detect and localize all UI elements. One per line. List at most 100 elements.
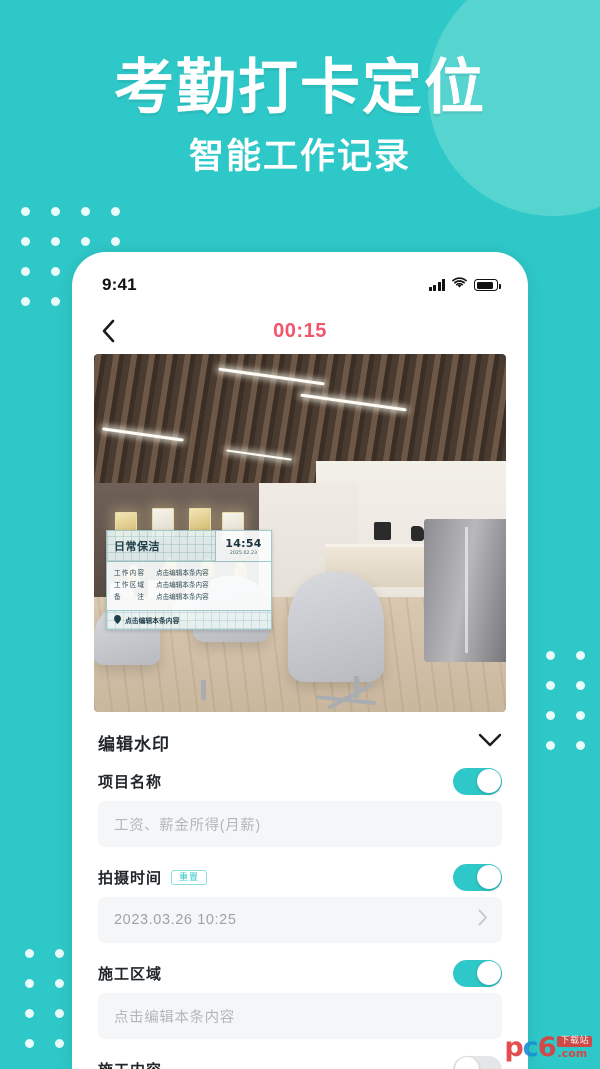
field-label: 施工内容: [98, 1059, 162, 1069]
watermark-timebox: 14:54 2025.02.23: [215, 531, 271, 561]
lounge-chair: [287, 572, 384, 683]
decorative-dot: [535, 730, 565, 760]
nav-bar: 00:15: [72, 308, 528, 354]
watermark-row-label: 备 注: [114, 593, 146, 602]
decorative-dot: [535, 640, 565, 670]
field-label-wrap: 拍摄时间 重置: [98, 867, 208, 888]
field-input-value: 点击编辑本条内容: [114, 1009, 235, 1026]
chevron-down-icon: [478, 733, 502, 747]
status-bar-icons: [428, 276, 501, 294]
decorative-dot: [535, 700, 565, 730]
decorative-dot: [535, 670, 565, 700]
field-input-project-name[interactable]: 工资、薪金所得(月薪): [98, 801, 502, 847]
reset-badge[interactable]: 重置: [171, 869, 208, 885]
decorative-dot: [10, 226, 40, 256]
watermark-time: 14:54: [225, 536, 262, 550]
watermark-header: 日常保洁 14:54 2025.02.23: [107, 531, 271, 562]
recording-timer: 00:15: [273, 319, 327, 342]
decorative-dot: [40, 256, 70, 286]
refrigerator: [423, 518, 506, 662]
watermark-row-label: 工作内容: [114, 569, 146, 577]
field-toggle-work-area[interactable]: [453, 959, 502, 987]
field-toggle-project-name[interactable]: [453, 767, 502, 795]
decorative-dot: [70, 226, 100, 256]
battery-icon: [474, 279, 501, 291]
decorative-dot: [14, 1028, 44, 1058]
field-label-wrap: 施工区域: [98, 963, 162, 984]
photo-watermark-card[interactable]: 日常保洁 14:54 2025.02.23 工作内容 点击编辑本条内容 工作区域…: [106, 530, 272, 630]
field-label-wrap: 项目名称: [98, 771, 162, 792]
headline-sub: 智能工作记录: [188, 137, 411, 177]
decorative-dot: [40, 196, 70, 226]
watermark-rows: 工作内容 点击编辑本条内容 工作区域 点击编辑本条内容 备 注 点击编辑本条内容: [107, 562, 271, 610]
decorative-dot: [40, 286, 70, 316]
field-label: 拍摄时间: [98, 869, 163, 887]
watermark-footer: 点击编辑本条内容: [107, 609, 271, 629]
panel-header: 编辑水印: [98, 730, 502, 761]
field-row-work-area: 施工区域: [98, 953, 502, 993]
watermark-title: 日常保洁: [114, 540, 160, 553]
decorative-dot: [565, 730, 595, 760]
decorative-dot: [595, 640, 600, 670]
decorative-dot: [10, 286, 40, 316]
location-pin-icon: [114, 615, 121, 625]
pc6-logo-column: 下载站 .com: [557, 1036, 592, 1059]
watermark-row-value: 点击编辑本条内容: [156, 593, 209, 602]
decorative-dot: [565, 640, 595, 670]
decorative-dot: [44, 938, 74, 968]
decorative-dot: [44, 968, 74, 998]
decorative-dot: [44, 1028, 74, 1058]
field-input-value: 2023.03.26 10:25: [114, 912, 237, 928]
chevron-right-icon: [478, 909, 488, 931]
status-bar: 9:41: [72, 252, 528, 308]
decorative-dot: [40, 226, 70, 256]
coffee-machine: [373, 522, 391, 541]
field-input-shoot-time[interactable]: 2023.03.26 10:25: [98, 897, 502, 943]
decorative-dot: [14, 998, 44, 1028]
watermark-row-value: 点击编辑本条内容: [156, 581, 209, 590]
pc6-watermark: pc6 下载站 .com: [504, 1034, 592, 1061]
collapse-panel-button[interactable]: [478, 733, 502, 752]
pc6-logo-c: c: [522, 1032, 539, 1063]
field-row-project-name: 项目名称: [98, 761, 502, 801]
field-input-work-area[interactable]: 点击编辑本条内容: [98, 993, 502, 1039]
kettle: [410, 525, 424, 541]
field-label: 项目名称: [98, 773, 163, 791]
decorative-dot: [14, 968, 44, 998]
panel-title: 编辑水印: [98, 735, 170, 754]
pc6-logo-text: pc6: [504, 1032, 556, 1063]
field-label-wrap: 施工内容: [98, 1059, 162, 1069]
decorative-dot: [595, 730, 600, 760]
phone-mockup: 9:41 00:15 日常保洁 14:54 2025.02.23 工作内容 点击…: [72, 252, 528, 1069]
decorative-dot: [565, 670, 595, 700]
dot-grid-right: [535, 640, 600, 760]
watermark-row: 工作区域 点击编辑本条内容: [114, 579, 264, 591]
watermark-date: 2025.02.23: [229, 550, 258, 556]
photo-preview[interactable]: 日常保洁 14:54 2025.02.23 工作内容 点击编辑本条内容 工作区域…: [94, 354, 506, 712]
decorative-dot: [70, 196, 100, 226]
field-toggle-shoot-time[interactable]: [453, 863, 502, 891]
decorative-dot: [14, 938, 44, 968]
field-row-shoot-time: 拍摄时间 重置: [98, 857, 502, 897]
headline-block: 考勤打卡定位 智能工作记录: [0, 0, 600, 175]
pc6-domain: .com: [557, 1047, 588, 1060]
decorative-dot: [10, 196, 40, 226]
signal-bars-icon: [428, 279, 445, 291]
chair-stem: [201, 679, 207, 700]
watermark-footer-value: 点击编辑本条内容: [125, 616, 180, 625]
headline-main: 考勤打卡定位: [114, 53, 486, 123]
watermark-row-value: 点击编辑本条内容: [156, 569, 209, 577]
watermark-row-label: 工作区域: [114, 581, 146, 590]
wifi-icon: [452, 276, 467, 294]
decorative-dot: [595, 670, 600, 700]
field-row-work-content: 施工内容: [98, 1049, 502, 1069]
field-input-value: 工资、薪金所得(月薪): [114, 817, 261, 834]
decorative-dot: [100, 196, 130, 226]
decorative-dot: [595, 700, 600, 730]
watermark-row: 备 注 点击编辑本条内容: [114, 591, 264, 603]
watermark-row: 工作内容 点击编辑本条内容: [114, 567, 264, 579]
field-label: 施工区域: [98, 965, 163, 983]
field-toggle-work-content[interactable]: [453, 1055, 502, 1069]
decorative-dot: [10, 256, 40, 286]
decorative-dot: [565, 700, 595, 730]
